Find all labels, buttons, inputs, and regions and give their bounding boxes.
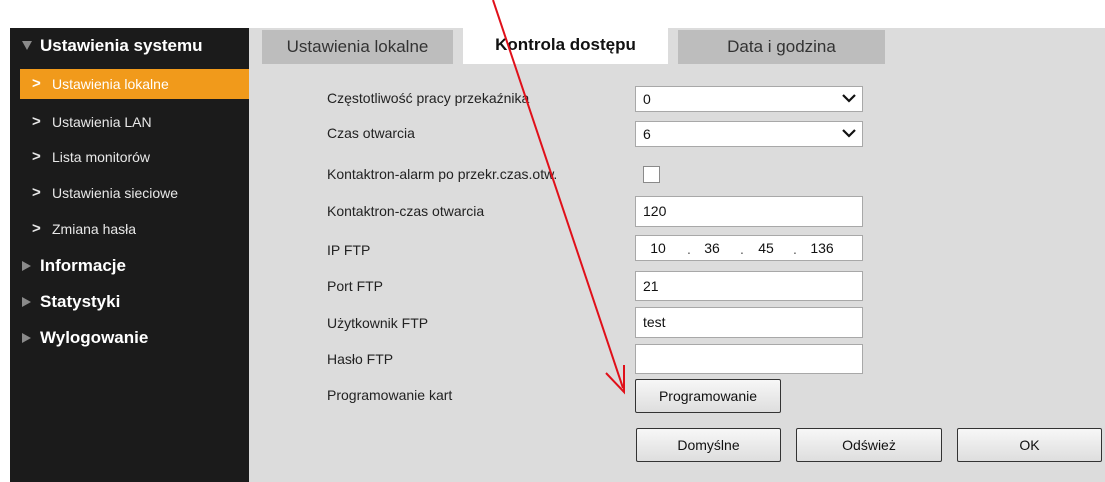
ftp-port-label: Port FTP (327, 278, 384, 294)
ok-button[interactable]: OK (957, 428, 1102, 462)
tab-local-settings[interactable]: Ustawienia lokalne (262, 30, 453, 64)
sidebar-item-label: Ustawienia lokalne (52, 76, 169, 92)
ftp-ip-label: IP FTP (327, 242, 371, 258)
menu-group-label: Wylogowanie (40, 328, 149, 347)
open-time-value: 6 (643, 126, 651, 142)
open-time-label: Czas otwarcia (327, 125, 415, 141)
ip-separator: . (687, 241, 691, 257)
sidebar: Ustawienia systemu > Ustawienia lokalne … (10, 28, 249, 482)
expanded-triangle-icon (22, 41, 32, 50)
open-time-select[interactable]: 6 (635, 121, 863, 147)
menu-group-system-settings[interactable]: Ustawienia systemu (10, 30, 249, 62)
ftp-password-label: Hasło FTP (327, 351, 394, 367)
ftp-password-input[interactable] (635, 344, 863, 374)
ftp-ip-input[interactable]: 10 . 36 . 45 . 136 (635, 235, 863, 261)
sidebar-item-network-settings[interactable]: > Ustawienia sieciowe (20, 178, 249, 208)
sidebar-item-local-settings[interactable]: > Ustawienia lokalne (20, 69, 249, 99)
ftp-user-input[interactable]: test (635, 307, 863, 338)
menu-group-statistics[interactable]: Statystyki (10, 286, 249, 318)
tab-access-control[interactable]: Kontrola dostępu (463, 28, 668, 64)
sidebar-item-label: Zmiana hasła (52, 221, 137, 237)
sidebar-item-label: Ustawienia LAN (52, 114, 152, 130)
ip-octet-1[interactable]: 10 (638, 236, 678, 260)
sidebar-item-lan-settings[interactable]: > Ustawienia LAN (20, 107, 249, 137)
sidebar-item-change-password[interactable]: > Zmiana hasła (20, 214, 249, 244)
ftp-user-label: Użytkownik FTP (327, 315, 429, 331)
ip-octet-3[interactable]: 45 (746, 236, 786, 260)
collapsed-triangle-icon (22, 333, 31, 343)
chevron-right-icon: > (32, 75, 41, 92)
card-programming-label: Programowanie kart (327, 387, 453, 403)
reed-time-input[interactable]: 120 (635, 196, 863, 227)
chevron-right-icon: > (32, 184, 41, 201)
ip-separator: . (740, 241, 744, 257)
ip-separator: . (793, 241, 797, 257)
menu-group-label: Ustawienia systemu (40, 36, 203, 55)
chevron-down-icon (842, 94, 856, 103)
default-button[interactable]: Domyślne (636, 428, 781, 462)
ip-octet-2[interactable]: 36 (692, 236, 732, 260)
ip-octet-4[interactable]: 136 (802, 236, 842, 260)
reed-time-label: Kontaktron-czas otwarcia (327, 203, 485, 219)
chevron-right-icon: > (32, 148, 41, 165)
sidebar-item-label: Ustawienia sieciowe (52, 185, 179, 201)
reed-alarm-checkbox[interactable] (643, 166, 660, 183)
menu-group-label: Informacje (40, 256, 126, 275)
programming-button[interactable]: Programowanie (635, 379, 781, 413)
relay-frequency-label: Częstotliwość pracy przekaźnika (327, 90, 530, 106)
chevron-right-icon: > (32, 220, 41, 237)
collapsed-triangle-icon (22, 261, 31, 271)
collapsed-triangle-icon (22, 297, 31, 307)
menu-group-information[interactable]: Informacje (10, 250, 249, 282)
menu-group-label: Statystyki (40, 292, 121, 311)
tab-date-time[interactable]: Data i godzina (678, 30, 885, 64)
chevron-down-icon (842, 129, 856, 138)
menu-group-logout[interactable]: Wylogowanie (10, 322, 249, 354)
relay-frequency-value: 0 (643, 91, 651, 107)
sidebar-item-label: Lista monitorów (52, 149, 151, 165)
refresh-button[interactable]: Odśwież (796, 428, 942, 462)
sidebar-item-monitor-list[interactable]: > Lista monitorów (20, 142, 249, 172)
relay-frequency-select[interactable]: 0 (635, 86, 863, 112)
reed-alarm-label: Kontaktron-alarm po przekr.czas.otw. (327, 166, 558, 182)
chevron-right-icon: > (32, 113, 41, 130)
ftp-port-input[interactable]: 21 (635, 271, 863, 301)
